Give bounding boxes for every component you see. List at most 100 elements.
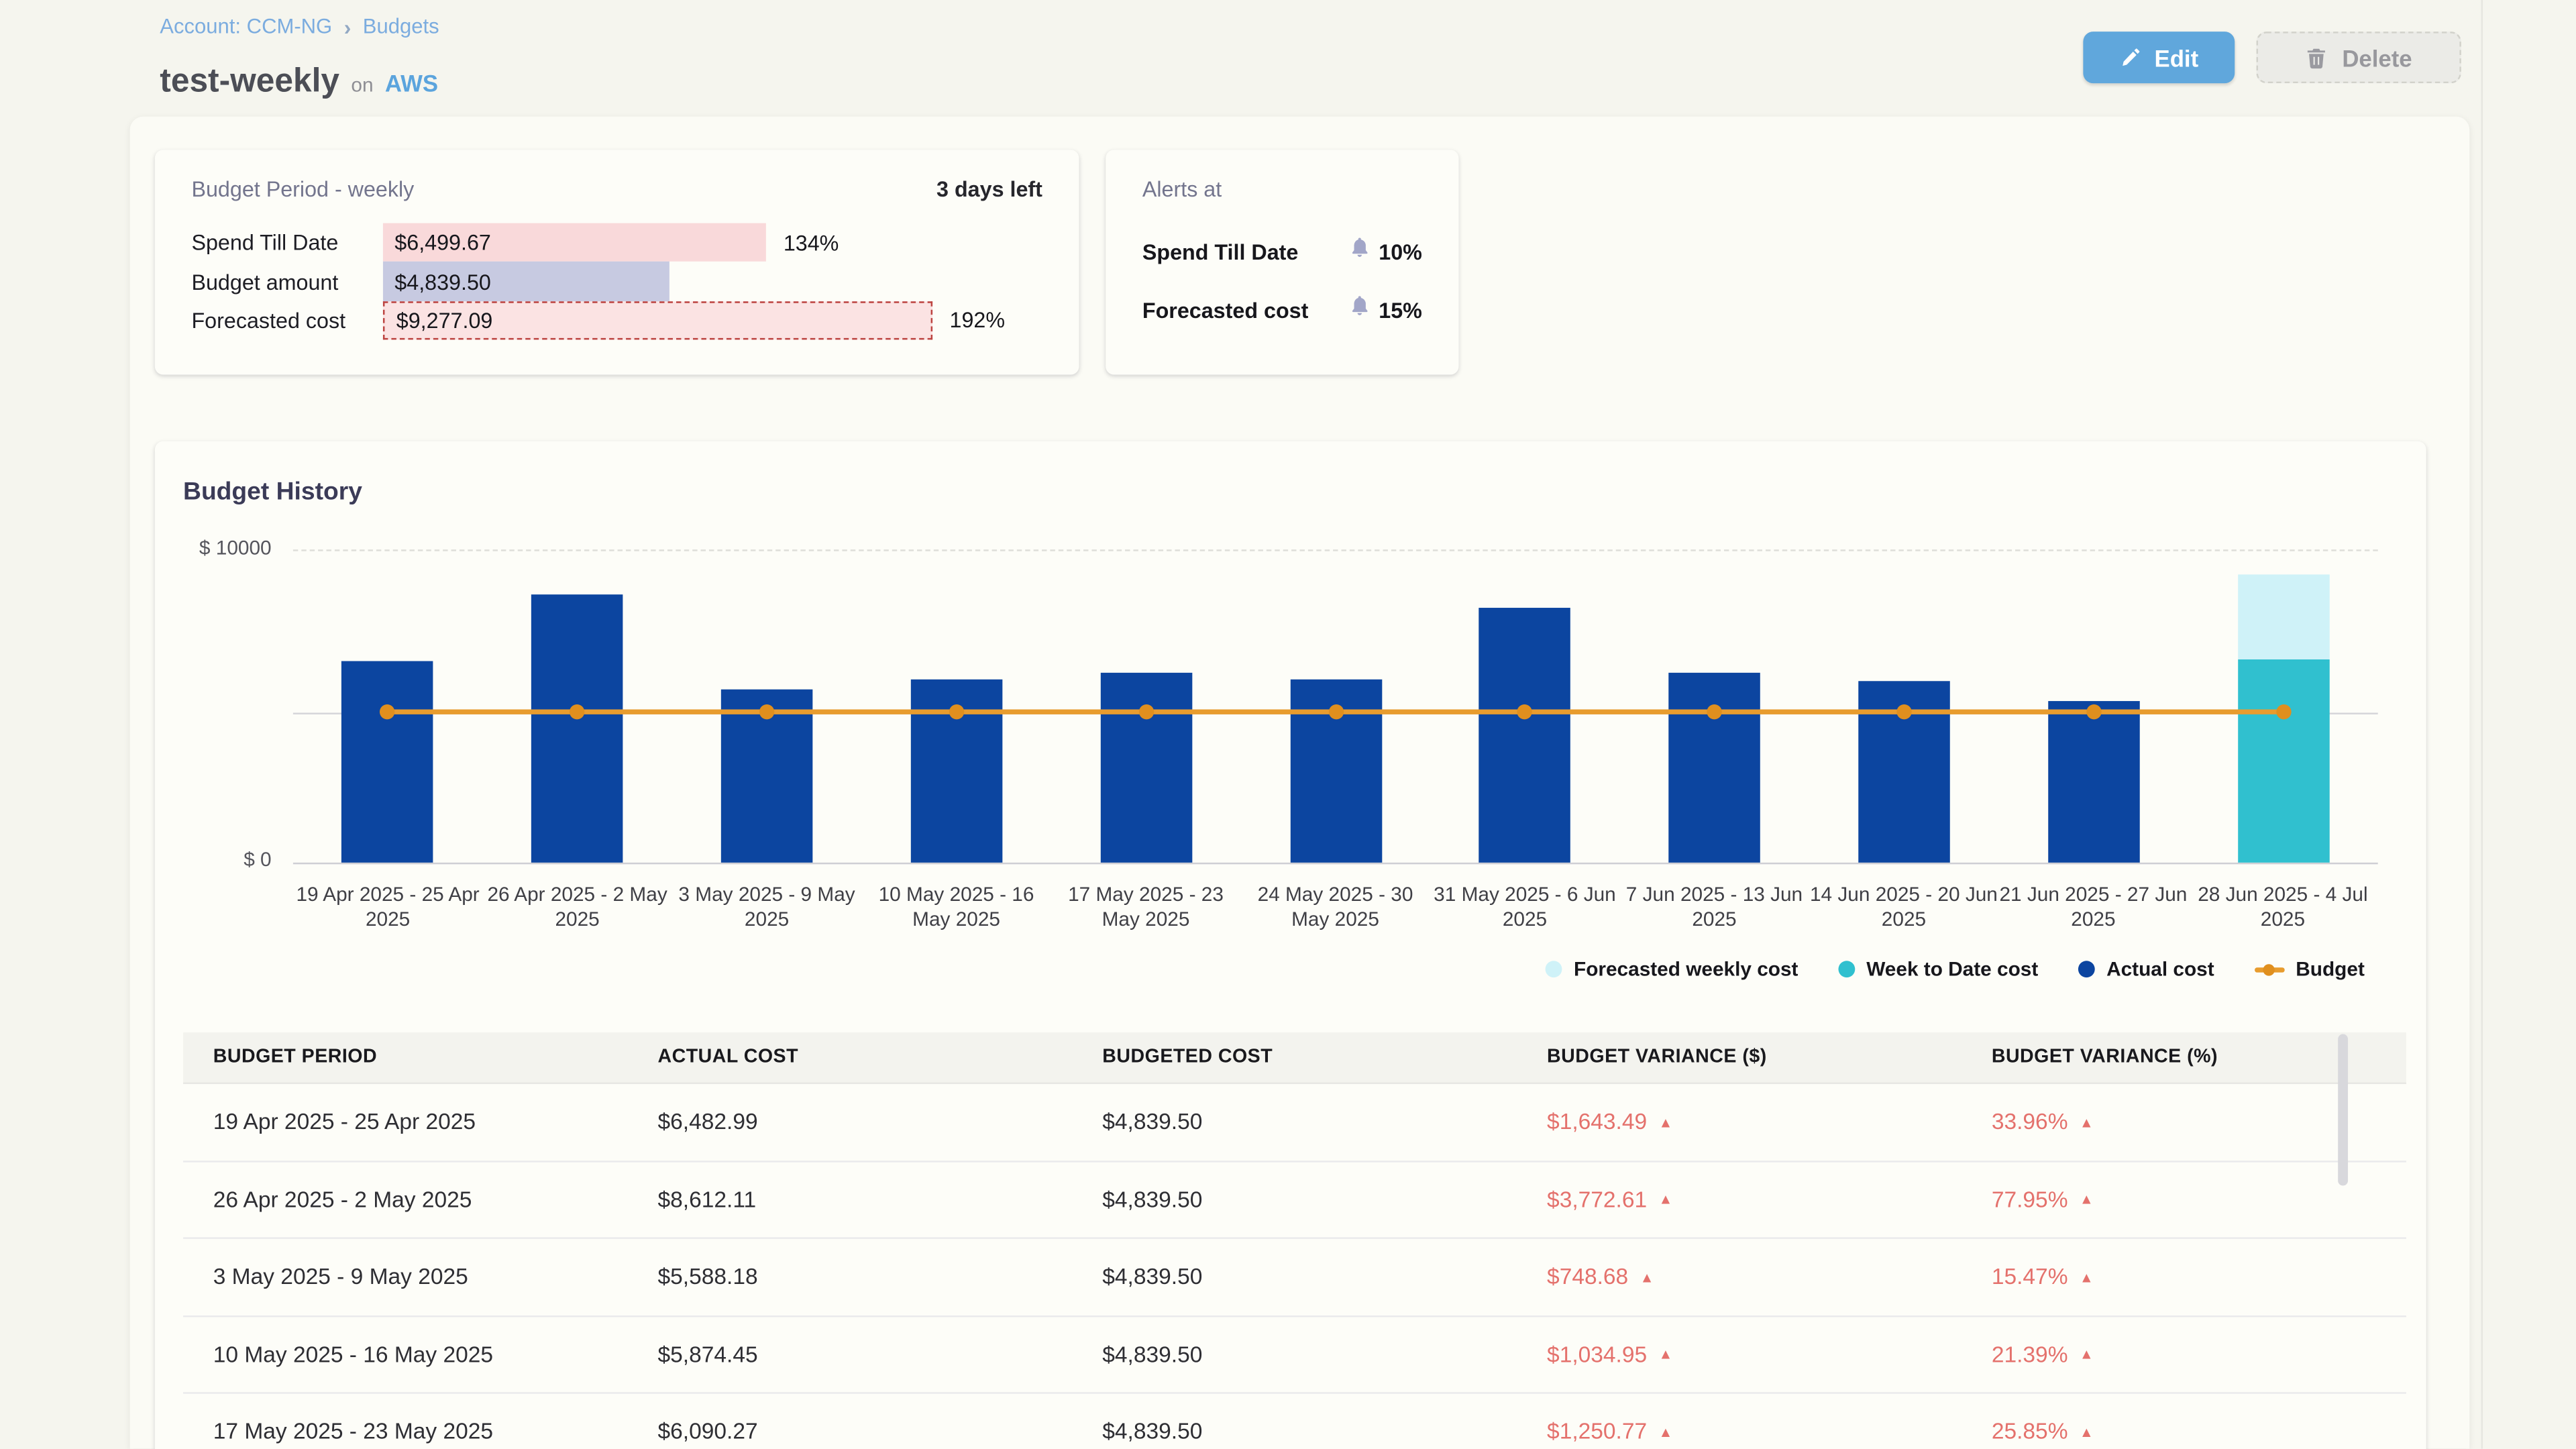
budget-period-bar-track: $6,499.67134%	[383, 223, 1042, 262]
budget-history-table: BUDGET PERIODACTUAL COSTBUDGETED COSTBUD…	[183, 1032, 2406, 1449]
legend-dot-icon	[1838, 961, 1855, 977]
alert-row-value: 15%	[1379, 297, 1422, 322]
title-on-label: on	[351, 73, 373, 97]
x-axis-label: 19 Apr 2025 - 25 Apr 2025	[293, 883, 482, 931]
trend-up-icon: ▲	[1659, 1191, 1673, 1208]
breadcrumb: Account: CCM-NG › Budgets	[160, 15, 439, 38]
cell-actual-cost: $5,874.45	[628, 1342, 1073, 1366]
budget-line-point	[2275, 704, 2290, 719]
budget-line-point	[759, 704, 774, 719]
table-body: 19 Apr 2025 - 25 Apr 2025$6,482.99$4,839…	[183, 1084, 2406, 1449]
table-row: 19 Apr 2025 - 25 Apr 2025$6,482.99$4,839…	[183, 1084, 2406, 1161]
alert-row: Forecasted cost 15%	[1142, 283, 1422, 336]
legend-dot-icon	[2078, 961, 2095, 977]
days-left-label: 3 days left	[936, 176, 1042, 201]
page-title-row: test-weekly on AWS	[160, 63, 438, 101]
actual-cost-bar	[1479, 607, 1571, 863]
cell-budget-variance-pct: 77.95%▲	[1962, 1187, 2406, 1212]
budget-history-card: Budget History $ 10000 $ 0 19 Apr 2025 -…	[155, 441, 2426, 1449]
x-axis-label: 24 May 2025 - 30 May 2025	[1240, 883, 1430, 931]
legend-line-icon	[2254, 961, 2284, 977]
cell-actual-cost: $5,588.18	[628, 1265, 1073, 1289]
trend-up-icon: ▲	[2080, 1269, 2094, 1285]
legend-item[interactable]: Budget	[2254, 957, 2365, 981]
cell-actual-cost: $6,090.27	[628, 1419, 1073, 1444]
x-axis-label: 26 Apr 2025 - 2 May 2025	[482, 883, 672, 931]
alerts-card: Alerts at Spend Till Date10%Forecasted c…	[1106, 150, 1458, 374]
cell-budgeted-cost: $4,839.50	[1073, 1419, 1517, 1444]
delete-button-label: Delete	[2342, 44, 2412, 71]
edit-button-label: Edit	[2155, 44, 2199, 71]
breadcrumb-budgets-link[interactable]: Budgets	[363, 15, 439, 38]
trend-up-icon: ▲	[1659, 1346, 1673, 1362]
alert-row-threshold: 15%	[1349, 294, 1422, 325]
delete-button[interactable]: Delete	[2257, 32, 2461, 83]
alert-row-threshold: 10%	[1349, 236, 1422, 266]
page-scrollbar-track[interactable]	[2481, 0, 2483, 1449]
budget-period-row: Budget amount$4,839.50	[191, 262, 1042, 301]
actual-cost-bar	[1100, 673, 1192, 863]
budget-period-bar-track: $4,839.50	[383, 262, 1042, 301]
budget-period-bar-track: $9,277.09192%	[383, 301, 1042, 340]
cell-budget-variance-pct: 25.85%▲	[1962, 1419, 2406, 1444]
legend-item[interactable]: Week to Date cost	[1838, 957, 2038, 981]
trash-icon	[2306, 46, 2329, 69]
legend-item[interactable]: Actual cost	[2078, 957, 2214, 981]
breadcrumb-account-link[interactable]: Account: CCM-NG	[160, 15, 332, 38]
alert-row-value: 10%	[1379, 239, 1422, 264]
legend-item-label: Actual cost	[2106, 957, 2214, 981]
cell-actual-cost: $6,482.99	[628, 1110, 1073, 1134]
trend-up-icon: ▲	[1659, 1424, 1673, 1440]
week-to-date-cost-bar	[2237, 660, 2329, 863]
bell-icon	[1349, 236, 1371, 266]
cell-budget-period: 26 Apr 2025 - 2 May 2025	[183, 1187, 628, 1212]
x-axis-label: 3 May 2025 - 9 May 2025	[672, 883, 861, 931]
x-axis-label: 14 Jun 2025 - 20 Jun 2025	[1809, 883, 1998, 931]
budget-period-row-label: Spend Till Date	[191, 223, 382, 262]
cell-budget-variance-usd: $748.68▲	[1517, 1265, 1962, 1289]
x-axis-labels: 19 Apr 2025 - 25 Apr 202526 Apr 2025 - 2…	[293, 883, 2378, 931]
budget-period-row-label: Budget amount	[191, 262, 382, 301]
table-header-cell: ACTUAL COST	[628, 1047, 1073, 1067]
alert-row-label: Forecasted cost	[1142, 297, 1308, 322]
trend-up-icon: ▲	[2080, 1346, 2094, 1362]
cell-budget-variance-pct: 15.47%▲	[1962, 1265, 2406, 1289]
x-axis-label: 17 May 2025 - 23 May 2025	[1051, 883, 1240, 931]
budget-period-bar-forecast: $9,277.09	[383, 301, 933, 340]
budget-line-point	[1138, 704, 1153, 719]
trend-up-icon: ▲	[1659, 1114, 1673, 1130]
table-row: 17 May 2025 - 23 May 2025$6,090.27$4,839…	[183, 1394, 2406, 1449]
forecasted-weekly-cost-bar	[2237, 574, 2329, 660]
y-axis-tick-zero: $ 0	[183, 847, 272, 871]
edit-button[interactable]: Edit	[2083, 32, 2235, 83]
x-axis-label: 21 Jun 2025 - 27 Jun 2025	[1998, 883, 2188, 931]
x-axis-label: 28 Jun 2025 - 4 Jul 2025	[2188, 883, 2377, 931]
legend-item[interactable]: Forecasted weekly cost	[1546, 957, 1799, 981]
actual-cost-bar	[342, 661, 434, 863]
table-row: 3 May 2025 - 9 May 2025$5,588.18$4,839.5…	[183, 1239, 2406, 1316]
table-row: 10 May 2025 - 16 May 2025$5,874.45$4,839…	[183, 1316, 2406, 1393]
cell-budgeted-cost: $4,839.50	[1073, 1110, 1517, 1134]
x-axis-label: 10 May 2025 - 16 May 2025	[861, 883, 1051, 931]
trend-up-icon: ▲	[2080, 1424, 2094, 1440]
table-scrollbar-thumb[interactable]	[2338, 1034, 2348, 1186]
budget-period-bar-budget: $4,839.50	[383, 262, 669, 301]
chevron-right-icon: ›	[344, 16, 352, 38]
legend-item-label: Forecasted weekly cost	[1574, 957, 1798, 981]
cell-budget-variance-pct: 21.39%▲	[1962, 1342, 2406, 1366]
actual-cost-bar	[1669, 673, 1761, 863]
budget-period-card-title: Budget Period - weekly	[191, 176, 414, 201]
cell-budget-variance-usd: $1,643.49▲	[1517, 1110, 1962, 1134]
legend-item-label: Budget	[2296, 957, 2365, 981]
x-axis-label: 31 May 2025 - 6 Jun 2025	[1430, 883, 1619, 931]
cell-budget-period: 19 Apr 2025 - 25 Apr 2025	[183, 1110, 628, 1134]
actual-cost-bar	[531, 594, 623, 863]
x-axis-label: 7 Jun 2025 - 13 Jun 2025	[1619, 883, 1809, 931]
budget-period-row: Forecasted cost$9,277.09192%	[191, 301, 1042, 340]
y-axis-tick-max: $ 10000	[183, 536, 272, 559]
budget-history-chart	[293, 549, 2378, 864]
alerts-card-title: Alerts at	[1142, 176, 1222, 201]
budget-period-row-value: $9,277.09	[384, 308, 492, 333]
cell-budget-variance-usd: $3,772.61▲	[1517, 1187, 1962, 1212]
budget-line-point	[2086, 704, 2101, 719]
